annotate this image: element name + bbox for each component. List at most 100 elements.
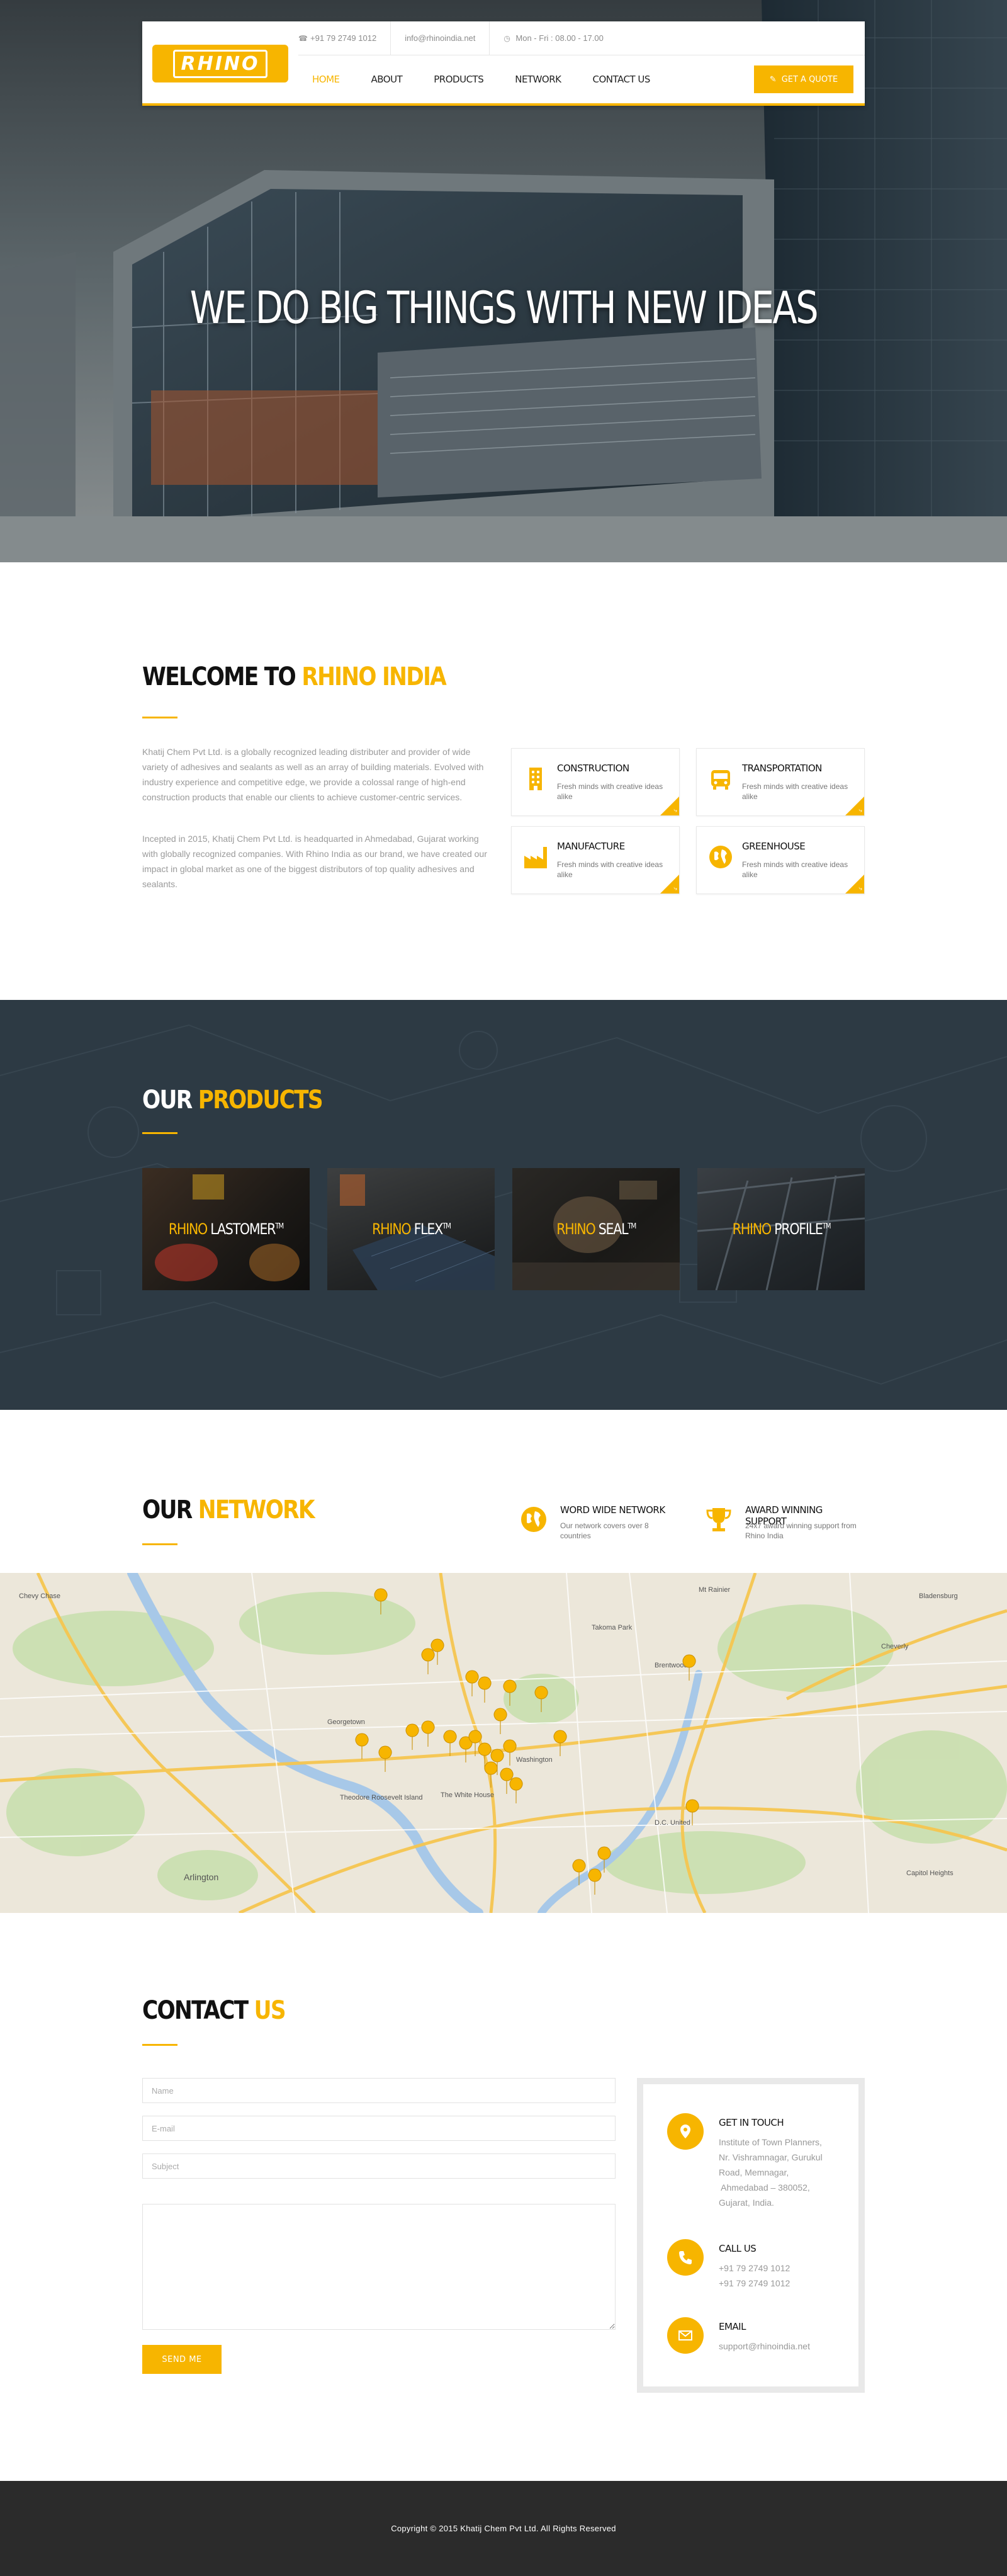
address-line: Nr. Vishramnagar, Gurukul xyxy=(719,2152,823,2162)
contact-title-accent: US xyxy=(254,1996,286,2025)
network-title-accent: NETWORK xyxy=(198,1495,315,1524)
welcome-title: WELCOME TO RHINO INDIA xyxy=(142,662,447,691)
service-card-text: Fresh minds with creative ideas alike xyxy=(742,782,848,801)
nav-item-network[interactable]: Network xyxy=(515,74,561,85)
product-tm: TM xyxy=(442,1222,451,1230)
network-title-underline xyxy=(142,1543,177,1545)
product-name: LASTOMER xyxy=(207,1220,276,1238)
welcome-title-plain: WELCOME TO xyxy=(142,662,302,691)
contact-info-call: Call Us +91 79 2749 1012 +91 79 2749 101… xyxy=(667,2239,856,2296)
products-title: OUR PRODUCTS xyxy=(142,1086,323,1115)
service-card-manufacture[interactable]: Manufacture Fresh minds with creative id… xyxy=(511,826,680,894)
link-icon: ⤷ xyxy=(858,885,862,892)
map-label-brentwood: Brentwood xyxy=(655,1662,688,1669)
get-quote-label: Get a Quote xyxy=(781,74,838,84)
contact-title-plain: CONTACT xyxy=(142,1996,254,2025)
welcome-paragraph-1: Khatij Chem Pvt Ltd. is a globally recog… xyxy=(142,747,484,802)
phone-number[interactable]: +91 79 2749 1012 xyxy=(719,2261,851,2276)
feature-text: 24x7 award winning support from Rhino In… xyxy=(745,1521,857,1540)
contact-title: CONTACT US xyxy=(142,1996,286,2025)
topbar-hours-text: Mon - Fri : 08.00 - 17.00 xyxy=(515,33,604,43)
link-icon: ⤷ xyxy=(673,885,677,892)
main-nav: Home About Products Network Contact Us xyxy=(312,55,682,103)
get-in-touch-title: Get in Touch xyxy=(719,2117,784,2128)
topbar-email[interactable]: info@rhinoindia.net xyxy=(390,21,489,55)
contact-info-box: Get in Touch Institute of Town Planners,… xyxy=(637,2078,865,2393)
map-label-georgetown: Georgetown xyxy=(327,1718,365,1726)
product-card-profile[interactable]: RHINO PROFILETM xyxy=(697,1168,865,1290)
nav-item-products[interactable]: Products xyxy=(434,74,483,85)
nav-item-about[interactable]: About xyxy=(371,74,403,85)
site-logo[interactable]: RHINO xyxy=(152,45,288,82)
phone-icon xyxy=(667,2239,704,2276)
network-map[interactable]: Arlington Washington Theodore Roosevelt … xyxy=(0,1573,1007,1913)
product-tm: TM xyxy=(627,1222,636,1230)
contact-info-email: Email support@rhinoindia.net xyxy=(667,2317,856,2368)
products-title-accent: PRODUCTS xyxy=(198,1086,323,1115)
subject-input[interactable] xyxy=(142,2153,616,2179)
nav-item-home[interactable]: Home xyxy=(312,74,340,85)
map-label-mt-rainier: Mt Rainier xyxy=(699,1586,730,1594)
welcome-title-accent: RHINO INDIA xyxy=(301,662,446,691)
map-label-takoma-park: Takoma Park xyxy=(592,1624,633,1631)
service-card-construction[interactable]: Construction Fresh minds with creative i… xyxy=(511,748,680,816)
site-footer: Copyright © 2015 Khatij Chem Pvt Ltd. Al… xyxy=(0,2481,1007,2576)
product-card-flex[interactable]: RHINO FLEXTM xyxy=(327,1168,495,1290)
page: WE DO BIG THINGS WITH NEW IDEAS RHINO ☎ … xyxy=(0,0,1007,2576)
service-card-text: Fresh minds with creative ideas alike xyxy=(557,782,663,801)
link-icon: ⤷ xyxy=(673,807,677,814)
address-line: Gujarat, India. xyxy=(719,2198,774,2208)
envelope-icon xyxy=(667,2317,704,2354)
message-textarea[interactable] xyxy=(142,2204,616,2330)
map-label-capitol-heights: Capitol Heights xyxy=(906,1870,954,1877)
product-brand: RHINO xyxy=(556,1220,595,1238)
address-text: Institute of Town Planners, Nr. Vishramn… xyxy=(719,2135,851,2210)
nav-item-contact[interactable]: Contact Us xyxy=(593,74,651,85)
feature-award-support: Award Winning Support 24x7 award winning… xyxy=(705,1502,862,1546)
product-brand: RHINO xyxy=(732,1220,771,1238)
phone-icon: ☎ xyxy=(298,33,308,43)
contact-title-underline xyxy=(142,2044,177,2046)
call-us-title: Call Us xyxy=(719,2243,757,2254)
map-label-arlington: Arlington xyxy=(184,1872,218,1882)
trophy-icon xyxy=(706,1508,731,1531)
service-card-transportation[interactable]: Transportation Fresh minds with creative… xyxy=(696,748,865,816)
service-card-title: Greenhouse xyxy=(742,841,806,852)
products-section: OUR PRODUCTS RHINO LASTOMERTM RHINO FLEX… xyxy=(0,1000,1007,1410)
products-title-plain: OUR xyxy=(142,1086,198,1115)
product-tm: TM xyxy=(822,1222,831,1230)
map-label-white-house: The White House xyxy=(441,1791,494,1799)
send-button[interactable]: Send Me xyxy=(142,2345,222,2374)
feature-worldwide-network: Word Wide Network Our network covers ove… xyxy=(520,1502,677,1546)
email-text: support@rhinoindia.net xyxy=(719,2339,851,2354)
service-card-title: Construction xyxy=(557,763,629,774)
welcome-title-underline xyxy=(142,717,177,718)
product-label: RHINO SEALTM xyxy=(556,1220,636,1238)
map-canvas[interactable]: Arlington Washington Theodore Roosevelt … xyxy=(0,1573,1007,1913)
welcome-paragraph-2: Incepted in 2015, Khatij Chem Pvt Ltd. i… xyxy=(142,834,487,889)
address-line: Institute of Town Planners, xyxy=(719,2137,822,2147)
address-line: Road, Memnagar, xyxy=(719,2167,789,2177)
product-card-seal[interactable]: RHINO SEALTM xyxy=(512,1168,680,1290)
email-link[interactable]: support@rhinoindia.net xyxy=(719,2339,851,2354)
topbar-phone-text: +91 79 2749 1012 xyxy=(310,33,377,43)
product-card-lastomer[interactable]: RHINO LASTOMERTM xyxy=(142,1168,310,1290)
get-quote-button[interactable]: ✎ Get a Quote xyxy=(754,65,853,93)
product-brand: RHINO xyxy=(168,1220,208,1238)
email-input[interactable] xyxy=(142,2116,616,2141)
phone-number[interactable]: +91 79 2749 1012 xyxy=(719,2276,851,2291)
feature-title: Word Wide Network xyxy=(560,1504,665,1516)
copyright-text: Copyright © 2015 Khatij Chem Pvt Ltd. Al… xyxy=(391,2524,616,2533)
service-card-title: Manufacture xyxy=(557,841,625,852)
phone-numbers: +91 79 2749 1012 +91 79 2749 1012 xyxy=(719,2261,851,2291)
clock-icon: ◷ xyxy=(504,33,510,43)
building-icon xyxy=(529,768,542,790)
link-icon: ⤷ xyxy=(858,807,862,814)
name-input[interactable] xyxy=(142,2078,616,2103)
map-label-bladensburg: Bladensburg xyxy=(919,1592,958,1600)
site-header: RHINO ☎ +91 79 2749 1012 info@rhinoindia… xyxy=(142,21,865,106)
topbar-email-text[interactable]: info@rhinoindia.net xyxy=(405,33,475,43)
service-card-greenhouse[interactable]: Greenhouse Fresh minds with creative ide… xyxy=(696,826,865,894)
network-title: OUR NETWORK xyxy=(142,1495,315,1524)
map-label-theodore-roosevelt-island: Theodore Roosevelt Island xyxy=(340,1794,422,1801)
